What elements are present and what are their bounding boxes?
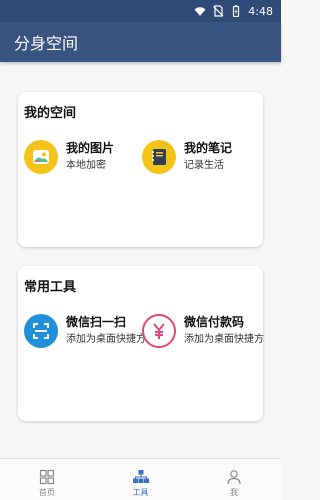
- my-photos-subtitle: 本地加密: [66, 160, 106, 171]
- nav-item-home[interactable]: 首页: [0, 459, 94, 500]
- nav-item-tools[interactable]: 工具: [94, 459, 188, 500]
- status-time: 4:48: [248, 4, 273, 18]
- wechat-payment-code-tile[interactable]: 微信付款码 添加为桌面快捷方: [142, 314, 264, 348]
- home-grid-icon: [39, 469, 54, 485]
- wechat-payment-code-subtitle: 添加为桌面快捷方: [184, 334, 264, 345]
- bottom-nav: 首页 工具 我: [0, 458, 281, 500]
- notebook-icon: [142, 140, 176, 174]
- my-photos-label: 我的图片: [66, 141, 115, 155]
- app-title: 分身空间: [14, 34, 79, 53]
- common-tools-card: 常用工具 微信扫一扫 添加为桌面快捷方 微信付款码 添加为桌面快捷方: [18, 266, 264, 421]
- battery-icon: [233, 5, 240, 17]
- wechat-payment-code-label: 微信付款码: [184, 315, 245, 329]
- status-bar: 4:48: [0, 0, 281, 22]
- wifi-icon: [194, 7, 206, 16]
- tools-icon: [132, 470, 149, 483]
- nav-item-me[interactable]: 我: [187, 459, 281, 500]
- nav-tools-label: 工具: [132, 488, 149, 497]
- wechat-scan-label: 微信扫一扫: [66, 315, 127, 329]
- my-notes-label: 我的笔记: [184, 141, 233, 155]
- payment-code-icon: [142, 314, 176, 348]
- my-space-card: 我的空间 我的图片 本地加密 我的笔记 记录生活: [18, 92, 263, 247]
- my-photos-tile[interactable]: 我的图片 本地加密: [24, 140, 114, 174]
- my-notes-tile[interactable]: 我的笔记 记录生活: [142, 140, 232, 174]
- nav-home-label: 首页: [38, 488, 55, 497]
- common-tools-title: 常用工具: [24, 280, 77, 295]
- wechat-scan-tile[interactable]: 微信扫一扫 添加为桌面快捷方: [24, 314, 146, 348]
- user-icon: [227, 470, 241, 485]
- my-notes-subtitle: 记录生活: [184, 160, 224, 171]
- my-space-title: 我的空间: [24, 106, 77, 121]
- app-bar: 分身空间: [0, 22, 281, 62]
- no-sim-icon: [213, 5, 224, 17]
- photo-icon: [24, 140, 58, 174]
- scan-icon: [24, 314, 58, 348]
- wechat-scan-subtitle: 添加为桌面快捷方: [66, 334, 146, 345]
- nav-me-label: 我: [230, 488, 239, 497]
